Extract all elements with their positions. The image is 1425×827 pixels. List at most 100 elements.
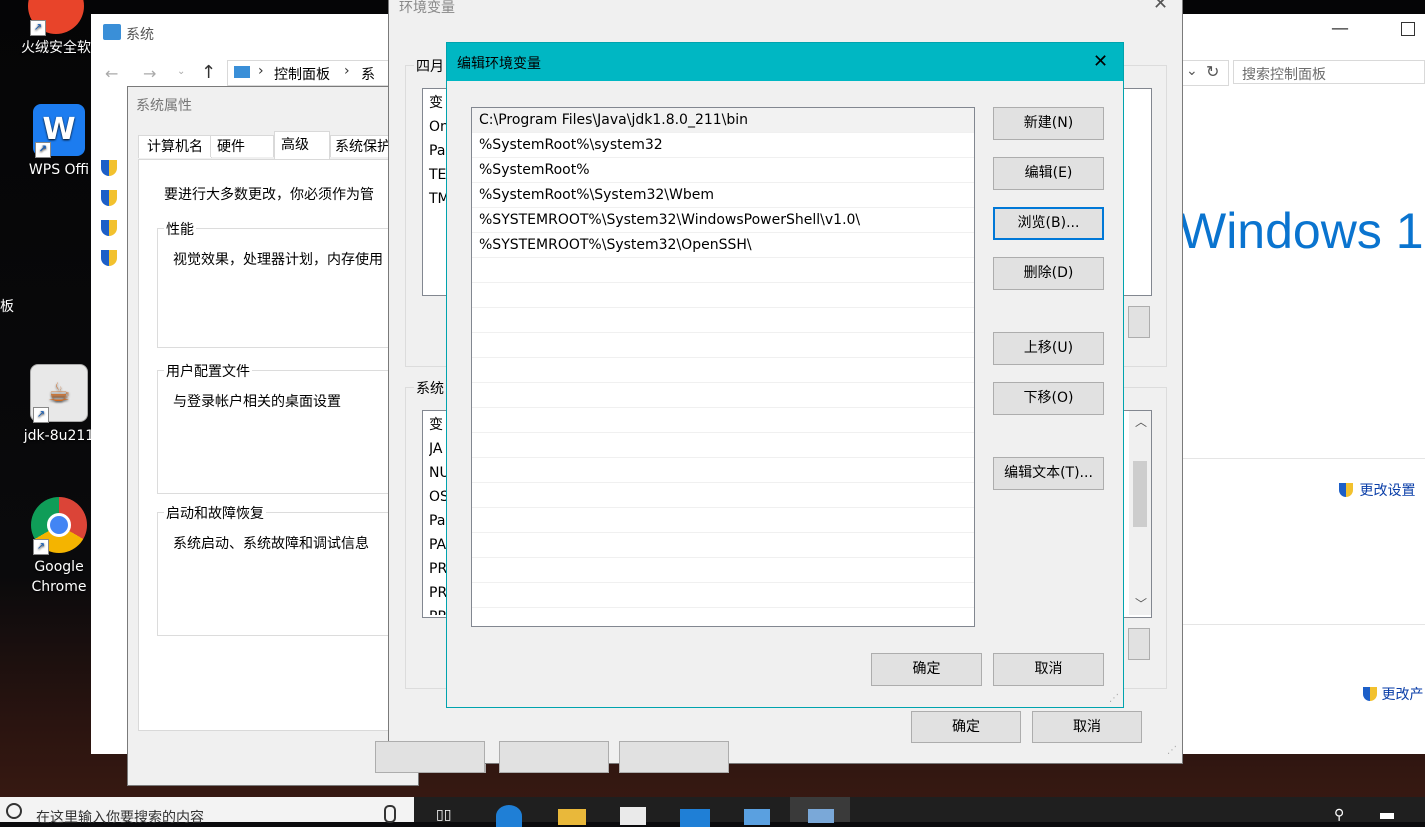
scroll-up-icon[interactable]: ︿ [1135, 413, 1147, 430]
group-description: 视觉效果，处理器计划，内存使用 [173, 252, 383, 268]
windows-brand-text: Windows 1 [1179, 203, 1424, 259]
change-product-key-label: 更改产 [1381, 687, 1424, 703]
path-entry[interactable]: %SystemRoot%\system32 [472, 133, 974, 158]
empty-row[interactable] [472, 533, 974, 558]
admin-notice: 要进行大多数更改，你必须作为管 [164, 187, 374, 203]
shortcut-arrow-icon: ↗ [33, 539, 49, 555]
desktop-icon-huorong[interactable]: ↗ 火绒安全软 [10, 0, 102, 58]
address-bar[interactable]: › 控制面板 › 系统 [227, 60, 389, 103]
tab-hardware[interactable]: 硬件 [210, 135, 274, 157]
java-installer-icon: ☕ ↗ [30, 364, 88, 423]
delete-button[interactable]: 删除(D) [993, 257, 1104, 290]
shortcut-arrow-icon: ↗ [35, 142, 51, 158]
resize-grip-icon[interactable]: ⋰ [1167, 745, 1177, 756]
empty-row[interactable] [472, 608, 974, 626]
edit-button[interactable]: 编辑(E) [993, 157, 1104, 190]
empty-row[interactable] [472, 358, 974, 383]
resize-grip-icon[interactable]: ⋰ [1109, 693, 1119, 704]
taskbar: 在这里输入你要搜索的内容 ▯▯ ⚲ [0, 797, 1425, 827]
change-product-key-link[interactable]: 更改产 [1363, 684, 1423, 704]
scroll-thumb[interactable] [1133, 461, 1147, 527]
control-panel-icon [234, 66, 250, 78]
browse-button[interactable]: 浏览(B)... [993, 207, 1104, 240]
group-title: 用户配置文件 [164, 361, 252, 381]
path-entry[interactable]: %SystemRoot% [472, 158, 974, 183]
sys-props-cancel-button-behind[interactable] [499, 741, 609, 773]
user-profiles-group: 用户配置文件 与登录帐户相关的桌面设置 [157, 361, 421, 494]
mail-icon[interactable] [680, 809, 710, 827]
empty-row[interactable] [472, 308, 974, 333]
tab-advanced[interactable]: 高级 [274, 131, 330, 159]
empty-row[interactable] [472, 283, 974, 308]
control-panel-taskbar-icon[interactable] [744, 809, 770, 825]
env-close-icon[interactable]: ✕ [1153, 0, 1168, 14]
tray-icon[interactable] [1380, 813, 1394, 819]
divider [1181, 624, 1425, 625]
sys-props-ok-button-behind[interactable] [375, 741, 485, 773]
group-title: 性能 [164, 219, 196, 239]
empty-row[interactable] [472, 483, 974, 508]
desktop-partial-label: 板 [0, 299, 14, 315]
back-arrow-icon[interactable]: ← [105, 64, 118, 83]
taskbar-search-box[interactable]: 在这里输入你要搜索的内容 [0, 797, 414, 826]
empty-row[interactable] [472, 408, 974, 433]
edit-dialog-cancel-button[interactable]: 取消 [993, 653, 1104, 686]
group-title: 启动和故障恢复 [164, 503, 266, 523]
scroll-down-icon[interactable]: ﹀ [1135, 595, 1147, 612]
search-control-panel-input[interactable]: 搜索控制面板 [1233, 60, 1425, 84]
store-icon[interactable] [620, 807, 646, 825]
tab-computer-name[interactable]: 计算机名 [138, 135, 212, 158]
empty-row[interactable] [472, 583, 974, 608]
maximize-button[interactable] [1401, 22, 1415, 36]
people-icon[interactable]: ⚲ [1334, 807, 1344, 823]
file-explorer-icon[interactable] [558, 809, 586, 825]
new-button[interactable]: 新建(N) [993, 107, 1104, 140]
path-entry[interactable]: %SystemRoot%\System32\Wbem [472, 183, 974, 208]
group-description: 与登录帐户相关的桌面设置 [173, 394, 341, 410]
move-down-button[interactable]: 下移(O) [993, 382, 1104, 415]
uac-shield-icon [101, 160, 117, 176]
edit-dialog-close-icon[interactable]: ✕ [1093, 51, 1108, 72]
path-entry[interactable]: %SYSTEMROOT%\System32\WindowsPowerShell\… [472, 208, 974, 233]
edge-icon[interactable] [496, 805, 522, 827]
change-settings-label: 更改设置 [1359, 483, 1416, 499]
empty-row[interactable] [472, 558, 974, 583]
huorong-icon: ↗ [28, 0, 84, 36]
empty-row[interactable] [472, 508, 974, 533]
edit-dialog-ok-button[interactable]: 确定 [871, 653, 982, 686]
empty-row[interactable] [472, 333, 974, 358]
search-icon [6, 803, 22, 819]
uac-shield-icon [1339, 483, 1353, 497]
empty-row[interactable] [472, 383, 974, 408]
up-arrow-icon[interactable]: ↑ [201, 62, 216, 83]
address-dropdown-icon[interactable]: ⌄ [1186, 63, 1198, 79]
forward-arrow-icon[interactable]: → [143, 64, 156, 83]
system-window-title: 系统 [126, 27, 154, 43]
empty-row[interactable] [472, 433, 974, 458]
minimize-button[interactable]: — [1331, 18, 1349, 39]
path-entry[interactable]: %SYSTEMROOT%\System32\OpenSSH\ [472, 233, 974, 258]
path-entry[interactable]: C:\Program Files\Java\jdk1.8.0_211\bin [472, 108, 974, 133]
env-ok-button[interactable]: 确定 [911, 711, 1021, 743]
edit-text-button[interactable]: 编辑文本(T)... [993, 457, 1104, 490]
system-vars-scrollbar[interactable]: ︿ ﹀ [1129, 411, 1151, 615]
breadcrumb-control-panel[interactable]: 控制面板 [274, 64, 330, 84]
taskbar-search-placeholder: 在这里输入你要搜索的内容 [36, 810, 204, 826]
sys-props-apply-button-behind[interactable] [619, 741, 729, 773]
refresh-icon[interactable]: ↻ [1206, 62, 1219, 81]
task-view-icon[interactable]: ▯▯ [436, 807, 451, 823]
empty-row[interactable] [472, 258, 974, 283]
shortcut-arrow-icon: ↗ [30, 20, 46, 36]
env-cancel-button[interactable]: 取消 [1032, 711, 1142, 743]
divider [1181, 458, 1425, 459]
system-var-button-partial[interactable] [1128, 628, 1150, 660]
recent-dropdown-icon[interactable]: ⌄ [177, 66, 185, 77]
empty-row[interactable] [472, 458, 974, 483]
user-var-button-partial[interactable] [1128, 306, 1150, 338]
active-app-highlight[interactable] [790, 797, 850, 823]
system-properties-title: 系统属性 [136, 98, 192, 114]
path-entries-list[interactable]: C:\Program Files\Java\jdk1.8.0_211\bin %… [471, 107, 975, 627]
move-up-button[interactable]: 上移(U) [993, 332, 1104, 365]
change-settings-link[interactable]: 更改设置 [1339, 480, 1416, 500]
edit-dialog-title: 编辑环境变量 [457, 56, 541, 72]
